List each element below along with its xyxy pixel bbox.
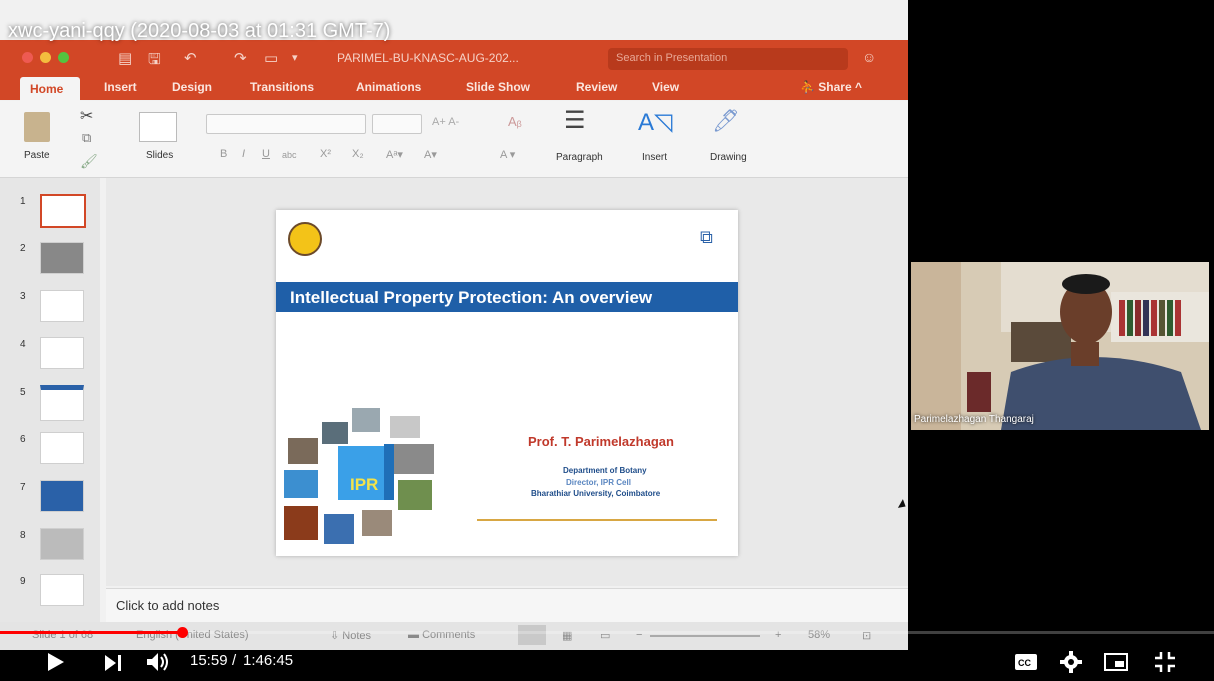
tab-home[interactable]: Home xyxy=(20,77,80,101)
role: Director, IPR Cell xyxy=(566,478,631,487)
thumb-number: 2 xyxy=(20,243,26,254)
video-title: xwc-yani-qqy (2020-08-03 at 01:31 GMT-7) xyxy=(8,20,391,42)
captions-icon[interactable]: CC xyxy=(1014,652,1038,672)
drawing-icon[interactable]: 🖊 xyxy=(712,108,740,134)
slide-thumbnail-1[interactable] xyxy=(40,194,86,228)
slide-thumbnail-4[interactable] xyxy=(40,337,84,369)
duration: 1:46:45 xyxy=(243,652,294,669)
font-size-select[interactable] xyxy=(372,114,422,134)
slide-thumbnail-9[interactable] xyxy=(40,574,84,606)
save-icon[interactable]: 🖫 xyxy=(148,49,161,74)
text-highlight-icon[interactable]: A▾ xyxy=(424,148,437,161)
slide-title: Intellectual Property Protection: An ove… xyxy=(290,288,653,307)
paragraph-icon[interactable]: ☰ xyxy=(564,106,586,135)
paste-icon[interactable] xyxy=(24,112,50,142)
font-family-select[interactable] xyxy=(206,114,366,134)
thumb-number: 7 xyxy=(20,482,26,493)
tab-insert[interactable]: Insert xyxy=(104,80,137,94)
miniplayer-icon[interactable] xyxy=(1103,652,1129,672)
volume-icon[interactable] xyxy=(145,651,173,673)
slide-divider xyxy=(477,519,717,521)
new-slide-icon[interactable]: ▭ xyxy=(264,49,278,67)
font-color-icon[interactable]: A ▾ xyxy=(500,148,515,161)
maximize-window-button[interactable] xyxy=(58,52,69,63)
feedback-icon[interactable]: ☺ xyxy=(862,49,876,65)
slide-thumbnail-8[interactable] xyxy=(40,528,84,560)
paste-label: Paste xyxy=(24,150,50,161)
tab-design[interactable]: Design xyxy=(172,80,212,94)
thumb-number: 9 xyxy=(20,576,26,587)
scrubber-handle[interactable] xyxy=(177,627,188,638)
document-name: PARIMEL-BU-KNASC-AUG-202... xyxy=(337,51,519,65)
exit-fullscreen-icon[interactable] xyxy=(1154,651,1176,673)
slide-thumbnail-7[interactable] xyxy=(40,480,84,512)
notes-placeholder: Click to add notes xyxy=(116,598,220,613)
minimize-window-button[interactable] xyxy=(40,52,51,63)
new-slide-icon[interactable] xyxy=(139,112,177,142)
bold-icon[interactable]: B xyxy=(220,148,227,160)
share-button[interactable]: ⛹ Share ^ xyxy=(800,80,862,94)
italic-icon[interactable]: I xyxy=(242,148,245,160)
sidebar-toggle-icon[interactable]: ▤ xyxy=(118,49,132,67)
strikethrough-icon[interactable]: abc xyxy=(282,150,297,160)
time-separator: / xyxy=(232,652,237,669)
tab-slide-show[interactable]: Slide Show xyxy=(466,80,530,94)
settings-gear-icon[interactable] xyxy=(1060,651,1082,673)
thumb-number: 8 xyxy=(20,530,26,541)
insert-label: Insert xyxy=(642,152,668,163)
copy-icon[interactable]: ⧉ xyxy=(82,130,91,146)
thumb-number: 3 xyxy=(20,291,26,302)
search-placeholder: Search in Presentation xyxy=(616,52,728,64)
tab-transitions[interactable]: Transitions xyxy=(250,80,314,94)
drawing-label: Drawing xyxy=(710,152,747,163)
participant-name: Parimelazhagan Thangaraj xyxy=(914,414,1034,425)
superscript-icon[interactable]: X² xyxy=(320,148,331,160)
slide-corner-icon: ⧉ xyxy=(700,227,713,247)
ribbon xyxy=(0,101,908,178)
slides-label: Slides xyxy=(146,150,174,161)
format-painter-icon[interactable]: 🖌 xyxy=(80,153,98,170)
clear-format-icon[interactable]: Aᵦ xyxy=(508,114,522,129)
redo-icon[interactable]: ↷ xyxy=(234,49,247,67)
department: Department of Botany xyxy=(563,466,647,475)
next-video-icon[interactable] xyxy=(103,654,125,672)
slide-thumbnail-6[interactable] xyxy=(40,432,84,464)
cut-icon[interactable]: ✂ xyxy=(80,106,93,126)
slide-thumbnail-5[interactable] xyxy=(40,385,84,421)
search-input[interactable]: Search in Presentation xyxy=(608,48,848,70)
svg-text:CC: CC xyxy=(1018,658,1031,668)
normal-view-icon[interactable] xyxy=(518,625,546,645)
close-window-button[interactable] xyxy=(22,52,33,63)
current-time: 15:59 xyxy=(190,652,228,669)
customize-toolbar-icon[interactable]: ▾ xyxy=(292,51,298,64)
subscript-icon[interactable]: X₂ xyxy=(352,148,364,160)
progress-played xyxy=(0,631,182,634)
thumb-number: 4 xyxy=(20,339,26,350)
tab-animations[interactable]: Animations xyxy=(356,80,421,94)
notes-area[interactable]: Click to add notes xyxy=(106,588,908,623)
tab-view[interactable]: View xyxy=(652,80,679,94)
slide-thumbnail-2[interactable] xyxy=(40,242,84,274)
underline-icon[interactable]: U xyxy=(262,148,270,160)
zoom-slider[interactable] xyxy=(650,635,760,637)
webcam-feed xyxy=(911,262,1209,430)
grow-font-icon[interactable]: A+ A- xyxy=(432,116,459,128)
thumb-number: 5 xyxy=(20,387,26,398)
play-icon[interactable] xyxy=(44,652,68,672)
university: Bharathiar University, Coimbatore xyxy=(531,489,661,498)
thumb-number: 6 xyxy=(20,434,26,445)
slide-thumbnail-3[interactable] xyxy=(40,290,84,322)
tab-review[interactable]: Review xyxy=(576,80,617,94)
paragraph-label: Paragraph xyxy=(556,152,603,163)
thumb-number: 1 xyxy=(20,196,26,207)
undo-icon[interactable]: ↶ xyxy=(184,49,197,67)
university-logo xyxy=(288,222,322,256)
presenter-name: Prof. T. Parimelazhagan xyxy=(528,434,674,449)
insert-shape-icon[interactable]: A◹ xyxy=(638,108,672,137)
ipr-label: IPR xyxy=(350,475,379,494)
change-case-icon[interactable]: Aᵃ▾ xyxy=(386,148,403,161)
